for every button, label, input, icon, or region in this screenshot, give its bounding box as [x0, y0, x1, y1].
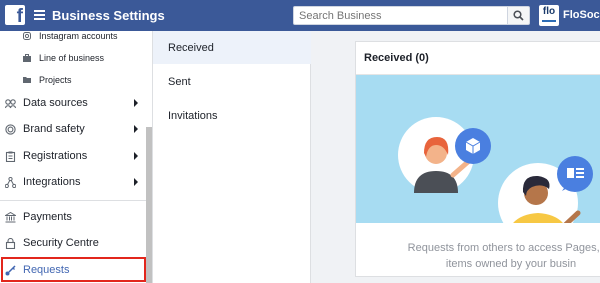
- sidebar-item-label: Brand safety: [23, 123, 85, 135]
- sidebar-item-projects[interactable]: Projects: [23, 75, 72, 85]
- sidebar-scrollbar-thumb[interactable]: [146, 127, 152, 283]
- tab-invitations[interactable]: Invitations: [153, 99, 311, 132]
- sidebar-item-payments[interactable]: Payments: [5, 206, 140, 228]
- tab-sent[interactable]: Sent: [153, 65, 311, 98]
- sidebar-item-label: Projects: [39, 75, 72, 85]
- search-button[interactable]: [508, 6, 530, 25]
- card-bubble-icon: [557, 156, 593, 192]
- received-requests-card: Received (0) Requests from others to acc…: [355, 41, 600, 277]
- clipboard-icon: [5, 151, 16, 162]
- requests-highlight-outline: [1, 257, 146, 282]
- sidebar-item-label: Registrations: [23, 150, 88, 162]
- empty-state-illustration: [356, 75, 600, 223]
- requests-tabs-panel: Received Sent Invitations: [153, 31, 311, 283]
- sidebar-divider: [0, 200, 146, 201]
- facebook-logo-icon[interactable]: f: [5, 5, 25, 27]
- briefcase-icon: [23, 54, 31, 62]
- chevron-right-icon: [134, 152, 138, 160]
- sidebar-item-label: Security Centre: [23, 237, 99, 249]
- lock-icon: [5, 237, 16, 249]
- sidebar-item-label: Data sources: [23, 97, 88, 109]
- data-sources-icon: [5, 98, 16, 108]
- business-logo[interactable]: flo: [539, 5, 559, 26]
- sidebar-item-data-sources[interactable]: Data sources: [5, 92, 140, 114]
- business-name[interactable]: FloSocial: [563, 9, 600, 21]
- chevron-right-icon: [134, 125, 138, 133]
- sidebar-item-line-of-business[interactable]: Line of business: [23, 53, 104, 63]
- chevron-right-icon: [134, 178, 138, 186]
- folder-icon: [23, 77, 31, 83]
- sidebar-item-label: Integrations: [23, 176, 81, 188]
- search-input[interactable]: [293, 6, 508, 25]
- card-title: Received (0): [364, 52, 429, 64]
- search-icon: [513, 10, 524, 21]
- empty-state-message: Requests from others to access Pages, ac…: [407, 242, 600, 270]
- sidebar-item-security-centre[interactable]: Security Centre: [5, 232, 140, 254]
- sidebar-item-integrations[interactable]: Integrations: [5, 171, 140, 193]
- bank-icon: [5, 211, 16, 222]
- app-title: Business Settings: [52, 8, 165, 23]
- tab-received[interactable]: Received: [153, 31, 311, 64]
- top-navigation-bar: f Business Settings flo FloSocial: [0, 0, 600, 31]
- sidebar-item-label: Line of business: [39, 53, 105, 63]
- sidebar-item-registrations[interactable]: Registrations: [5, 145, 140, 167]
- integrations-icon: [5, 176, 16, 188]
- sidebar-item-label: Payments: [23, 211, 72, 223]
- sidebar-item-brand-safety[interactable]: Brand safety: [5, 118, 140, 140]
- instagram-icon: [23, 32, 31, 40]
- chevron-right-icon: [134, 99, 138, 107]
- menu-icon[interactable]: [34, 10, 45, 20]
- sidebar: Instagram accounts Line of business Proj…: [0, 31, 153, 283]
- shield-icon: [5, 123, 16, 135]
- sidebar-item-instagram-accounts[interactable]: Instagram accounts: [23, 31, 118, 41]
- sidebar-item-label: Instagram accounts: [39, 31, 118, 41]
